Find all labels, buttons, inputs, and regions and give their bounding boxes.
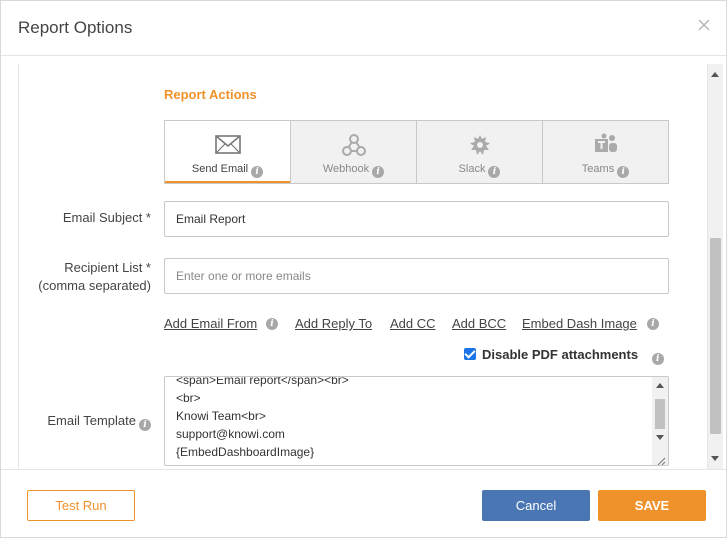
cancel-button[interactable]: Cancel: [482, 490, 590, 521]
add-email-from-link[interactable]: Add Email From: [164, 316, 257, 331]
scroll-up-arrow-icon[interactable]: [656, 383, 664, 388]
add-bcc-link[interactable]: Add BCC: [452, 316, 506, 331]
template-line: Knowi Team<br>: [176, 409, 266, 423]
email-subject-input[interactable]: Email Report: [164, 201, 669, 237]
tab-teams[interactable]: Teams i: [542, 121, 668, 183]
scroll-up-arrow-icon[interactable]: [711, 72, 719, 77]
tab-slack-label: Slack: [458, 163, 486, 175]
scroll-down-arrow-icon[interactable]: [656, 435, 664, 440]
envelope-icon: [214, 133, 241, 157]
recipient-label-line2: (comma separated): [38, 278, 151, 293]
add-cc-link[interactable]: Add CC: [390, 316, 436, 331]
info-icon[interactable]: i: [488, 166, 501, 178]
dialog-title: Report Options: [18, 18, 133, 37]
tab-teams-label: Teams: [581, 163, 615, 175]
email-template-textarea[interactable]: <span>Email report</span><br> <br> Knowi…: [164, 376, 669, 466]
report-actions-title: Report Actions: [164, 87, 257, 102]
slack-icon: [467, 133, 493, 157]
textarea-scrollbar[interactable]: [652, 377, 668, 465]
info-icon[interactable]: i: [651, 353, 664, 365]
email-template-content: <span>Email report</span><br> <br> Knowi…: [176, 376, 349, 461]
dialog-scrollbar[interactable]: [707, 64, 723, 469]
webhook-icon: [341, 133, 367, 157]
dialog-header: Report Options: [1, 1, 726, 56]
report-actions-tabs: Send Email i Webhook i Slack i Teams i: [164, 120, 669, 184]
tab-webhook[interactable]: Webhook i: [290, 121, 416, 183]
dialog-body: Report Actions Send Email i Webhook i Slac…: [18, 64, 708, 469]
template-line: {EmbedDashboardImage}: [176, 445, 315, 459]
info-icon[interactable]: i: [647, 318, 659, 330]
tab-send-email-label: Send Email: [191, 163, 249, 175]
info-icon[interactable]: i: [266, 318, 278, 330]
info-icon[interactable]: i: [139, 419, 151, 431]
add-reply-to-link[interactable]: Add Reply To: [295, 316, 372, 331]
info-icon[interactable]: i: [251, 166, 264, 178]
scroll-down-arrow-icon[interactable]: [711, 456, 719, 461]
disable-pdf-label: Disable PDF attachments: [482, 347, 639, 362]
resize-grip-icon[interactable]: [656, 453, 666, 465]
embed-dash-image-link[interactable]: Embed Dash Image: [522, 316, 637, 331]
recipient-list-input[interactable]: Enter one or more emails: [164, 258, 669, 294]
template-line: <br>: [176, 391, 201, 405]
disable-pdf-row: Disable PDF attachments i: [464, 347, 664, 365]
email-subject-label: Email Subject *: [62, 210, 151, 225]
template-line: support@knowi.com: [176, 427, 285, 441]
dialog-scroll-thumb[interactable]: [710, 238, 721, 434]
disable-pdf-checkbox[interactable]: [464, 348, 476, 360]
test-run-button[interactable]: Test Run: [27, 490, 135, 521]
template-line: <span>Email report</span><br>: [176, 376, 349, 387]
email-template-label-row: Email Template i: [19, 413, 151, 431]
info-icon[interactable]: i: [617, 166, 630, 178]
dialog-footer: Test Run Cancel SAVE: [1, 469, 726, 537]
report-options-dialog: Report Options Report Actions Send Email…: [0, 0, 727, 538]
info-icon[interactable]: i: [372, 166, 385, 178]
recipient-label-line1: Recipient List *: [64, 260, 151, 275]
email-template-label: Email Template: [47, 413, 136, 428]
tab-slack[interactable]: Slack i: [416, 121, 542, 183]
textarea-scroll-thumb[interactable]: [655, 399, 665, 429]
tab-webhook-label: Webhook: [322, 163, 370, 175]
recipient-list-label: Recipient List * (comma separated): [19, 259, 151, 295]
close-icon[interactable]: [696, 17, 712, 33]
teams-icon: [593, 133, 619, 157]
tab-send-email[interactable]: Send Email i: [165, 121, 290, 183]
save-button[interactable]: SAVE: [598, 490, 706, 521]
